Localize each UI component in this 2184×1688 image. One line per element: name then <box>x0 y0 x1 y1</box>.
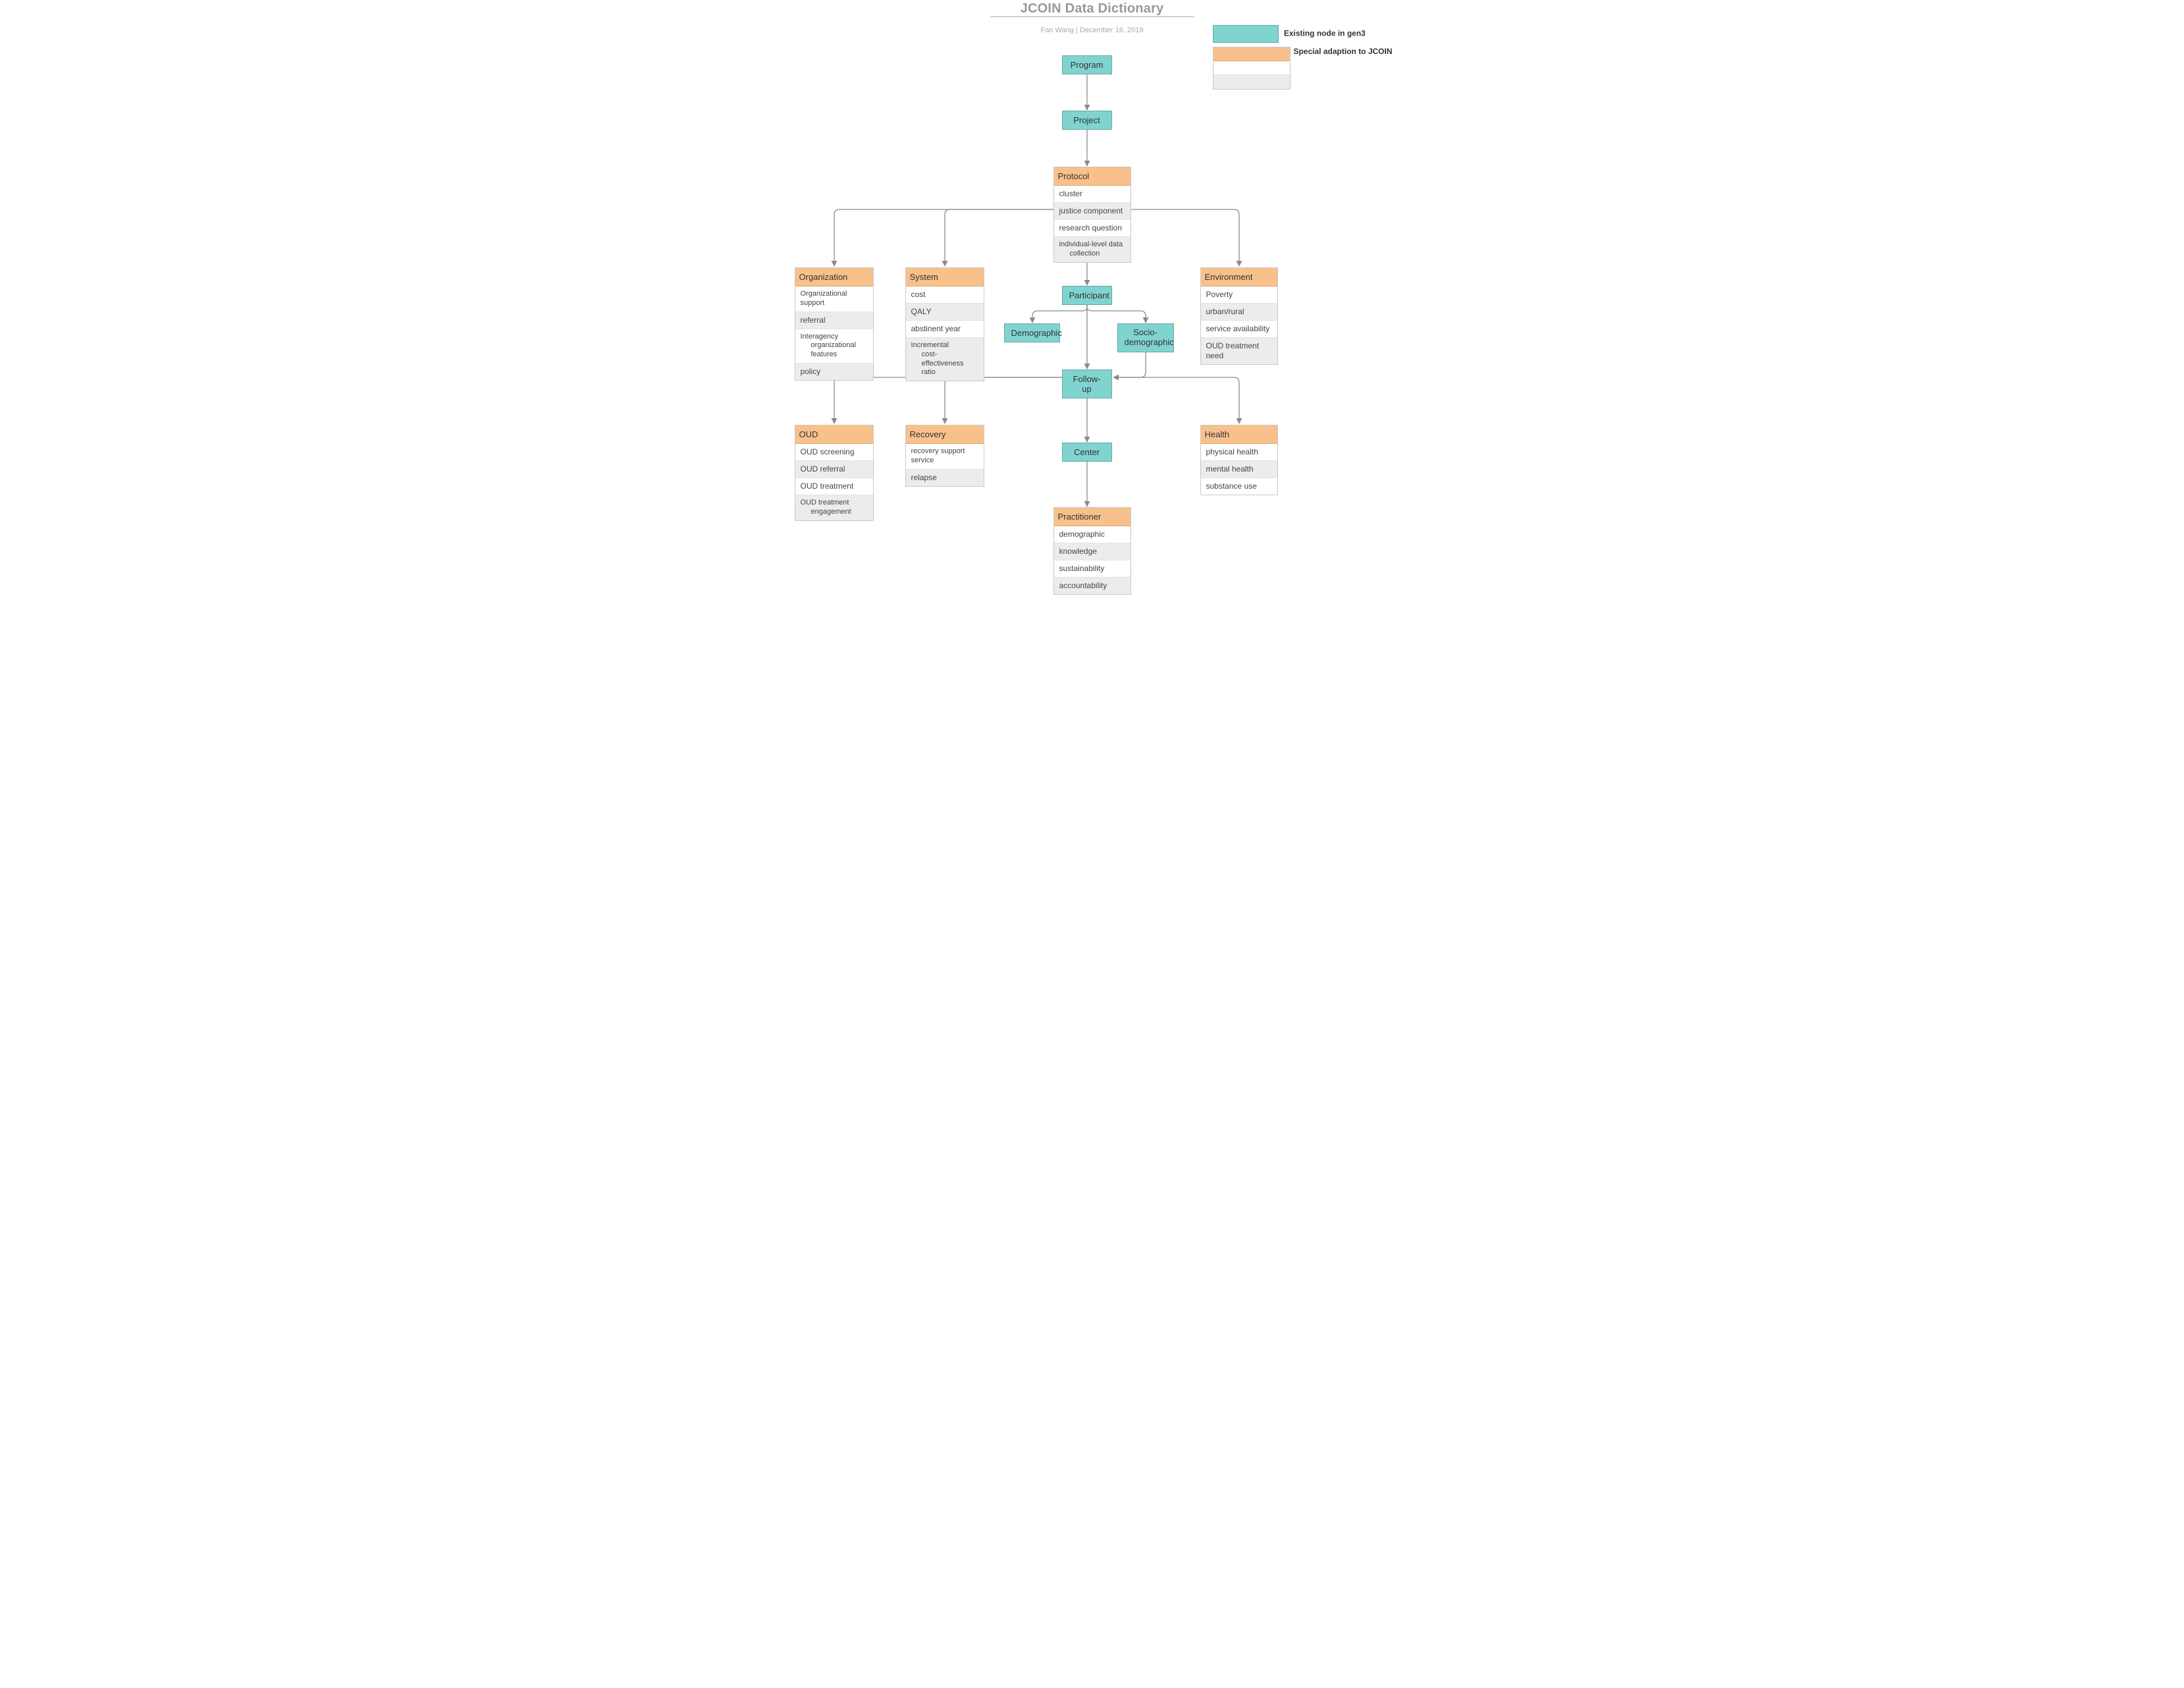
node-socio: Socio- demographic <box>1117 323 1174 352</box>
table-recovery: Recovery recovery support service relaps… <box>905 425 984 487</box>
table-row: abstinent year <box>906 321 984 338</box>
table-oud-title: OUD <box>795 425 873 444</box>
table-row: research question <box>1054 220 1131 237</box>
table-row: individual-level data collection <box>1054 237 1131 262</box>
table-oud: OUD OUD screening OUD referral OUD treat… <box>795 425 874 521</box>
table-row: Organizational support <box>795 286 873 312</box>
node-program: Program <box>1062 55 1112 74</box>
node-project: Project <box>1062 111 1112 130</box>
table-row: urban/rural <box>1201 304 1277 321</box>
table-row: Interagency organizational features <box>795 329 873 364</box>
table-organization: Organization Organizational support refe… <box>795 267 874 381</box>
table-row: mental health <box>1201 461 1277 478</box>
legend-swatch-stack <box>1213 47 1291 90</box>
byline-sep: | <box>1074 26 1080 34</box>
table-row: recovery support service <box>906 444 984 470</box>
node-socio-line2: demographic <box>1125 337 1174 347</box>
table-row: OUD screening <box>795 444 873 461</box>
node-followup: Follow-up <box>1062 369 1112 398</box>
table-row: knowledge <box>1054 543 1131 560</box>
node-socio-line1: Socio- <box>1133 327 1158 337</box>
legend-existing-label: Existing node in gen3 <box>1284 29 1366 38</box>
table-row: service availability <box>1201 321 1277 338</box>
table-row: Poverty <box>1201 286 1277 304</box>
table-recovery-title: Recovery <box>906 425 984 444</box>
table-row: OUD treatment <box>795 478 873 495</box>
table-row: referral <box>795 312 873 329</box>
table-row: physical health <box>1201 444 1277 461</box>
table-practitioner: Practitioner demographic knowledge susta… <box>1053 507 1131 595</box>
table-environment-title: Environment <box>1201 268 1277 286</box>
author: Fan Wang <box>1041 26 1074 34</box>
table-row: policy <box>795 364 873 380</box>
table-row: substance use <box>1201 478 1277 495</box>
date: December 16, 2019 <box>1080 26 1144 34</box>
table-row: cluster <box>1054 186 1131 203</box>
table-organization-title: Organization <box>795 268 873 286</box>
table-health-title: Health <box>1201 425 1277 444</box>
legend: Existing node in gen3 Special adaption t… <box>1213 25 1392 94</box>
table-row: OUD treatment need <box>1201 338 1277 364</box>
node-demographic: Demographic <box>1004 323 1060 342</box>
table-row: sustainability <box>1054 560 1131 578</box>
table-health: Health physical health mental health sub… <box>1200 425 1278 495</box>
table-row: demographic <box>1054 526 1131 543</box>
legend-special-label: Special adaption to JCOIN <box>1293 47 1392 56</box>
node-center: Center <box>1062 443 1112 462</box>
table-environment: Environment Poverty urban/rural service … <box>1200 267 1278 365</box>
table-row: OUD referral <box>795 461 873 478</box>
legend-swatch-teal <box>1213 25 1279 43</box>
diagram-title: JCOIN Data Dictionary <box>693 1 1491 16</box>
table-protocol-title: Protocol <box>1054 167 1131 186</box>
table-protocol: Protocol cluster justice component resea… <box>1053 167 1131 263</box>
table-row: accountability <box>1054 578 1131 594</box>
legend-existing: Existing node in gen3 <box>1213 25 1392 43</box>
table-row: QALY <box>906 304 984 321</box>
table-system: System cost QALY abstinent year Incremen… <box>905 267 984 381</box>
legend-special: Special adaption to JCOIN <box>1213 47 1392 90</box>
table-system-title: System <box>906 268 984 286</box>
node-participant: Participant <box>1062 286 1112 305</box>
table-row: justice component <box>1054 203 1131 220</box>
table-row: relapse <box>906 470 984 486</box>
title-underline <box>990 16 1194 17</box>
table-row: cost <box>906 286 984 304</box>
table-practitioner-title: Practitioner <box>1054 508 1131 526</box>
table-row: Incremental cost-effectiveness ratio <box>906 338 984 381</box>
table-row: OUD treatment engagement <box>795 495 873 520</box>
diagram-canvas: JCOIN Data Dictionary Fan Wang | Decembe… <box>693 0 1491 619</box>
